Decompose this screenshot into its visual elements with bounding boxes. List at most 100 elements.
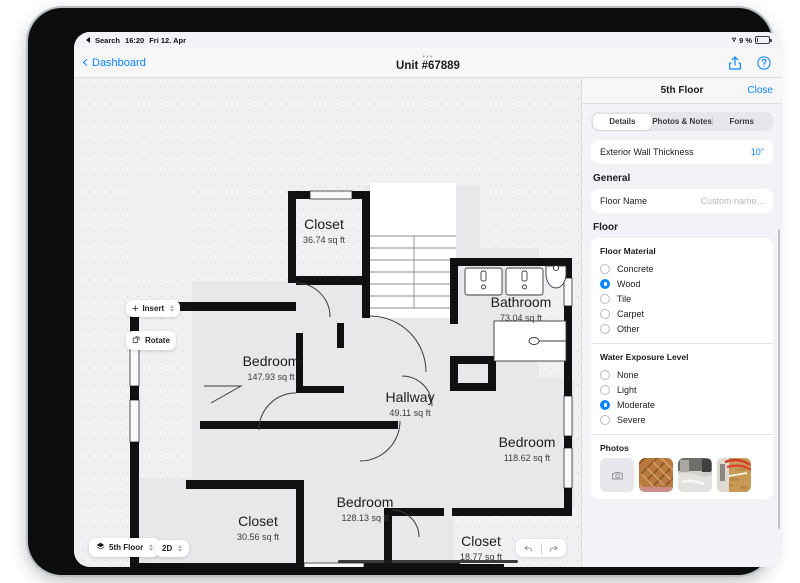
photos-strip (600, 458, 764, 492)
exterior-wall-thickness-row[interactable]: Exterior Wall Thickness 10" (591, 140, 773, 164)
room-name: Closet (461, 533, 501, 549)
radio-label: Wood (617, 278, 641, 289)
inspector-tabs: Details Photos & Notes Forms (591, 112, 773, 131)
ipad-screen: Search 16:20 Fri 12. Apr ▿ 9 % Dashboard… (74, 32, 782, 567)
tab-forms[interactable]: Forms (711, 114, 772, 130)
photo-thumbnail[interactable] (717, 458, 751, 492)
status-bar: Search 16:20 Fri 12. Apr ▿ 9 % (74, 32, 782, 48)
room-name: Bedroom (243, 353, 300, 369)
photos-label: Photos (600, 443, 629, 453)
photo-thumbnail[interactable] (678, 458, 712, 492)
view-chip-stepper[interactable] (178, 545, 183, 552)
radio-icon[interactable] (600, 263, 610, 274)
insert-stepper[interactable] (170, 305, 175, 312)
floor-section-title: Floor (593, 222, 618, 233)
undo-arrow-icon[interactable] (516, 543, 541, 554)
room-label[interactable]: Bedroom 147.93 sq ft (243, 353, 300, 382)
room-label[interactable]: Bedroom 128.13 sq ft (337, 494, 394, 523)
close-button[interactable]: Close (747, 85, 773, 96)
navigation-bar: Dashboard ••• Unit #67889 (74, 48, 782, 78)
tab-photos-notes[interactable]: Photos & Notes (652, 114, 712, 130)
radio-label: Tile (617, 293, 632, 304)
nav-actions (727, 55, 772, 71)
radio-label: None (617, 369, 639, 380)
main-content: Closet 36.74 sq ft Bedroom 147.93 sq ft Bath… (74, 78, 782, 567)
exterior-wall-thickness-value[interactable]: 10" (751, 147, 764, 157)
room-name: Closet (304, 216, 344, 232)
wall-thickness-card: Exterior Wall Thickness 10" (591, 140, 773, 164)
back-to-dashboard-button[interactable]: Dashboard (82, 56, 146, 69)
floorplan-canvas[interactable]: Closet 36.74 sq ft Bedroom 147.93 sq ft Bath… (74, 78, 581, 567)
radio-label: Carpet (617, 308, 645, 319)
nav-title-container: ••• Unit #67889 (74, 48, 782, 77)
view-chip-label: 2D (162, 544, 173, 553)
water-exposure-option-moderate[interactable]: Moderate (600, 397, 764, 412)
radio-icon[interactable] (600, 293, 610, 304)
redo-arrow-icon[interactable] (541, 543, 566, 554)
room-area: 30.56 sq ft (237, 532, 280, 542)
rotate-icon (132, 335, 141, 346)
rotate-tool-button[interactable]: Rotate (126, 331, 176, 350)
floor-material-option-carpet[interactable]: Carpet (600, 306, 764, 321)
inspector-title: 5th Floor (660, 85, 704, 96)
room-area: 118.62 sq ft (504, 453, 551, 463)
scrollbar-indicator[interactable] (777, 229, 780, 529)
water-exposure-option-none[interactable]: None (600, 367, 764, 382)
room-label[interactable]: Bedroom 118.62 sq ft (499, 434, 556, 463)
floor-material-section: Floor Material Concrete Wood Tile Carpet Oth… (591, 238, 773, 343)
room-label[interactable]: Hallway 49.11 sq ft (385, 389, 434, 418)
room-label[interactable]: Closet 36.74 sq ft (303, 216, 346, 245)
back-button-label: Dashboard (92, 56, 146, 69)
plus-icon: + (132, 302, 139, 315)
room-name: Bathroom (491, 294, 552, 310)
radio-icon[interactable] (600, 384, 610, 395)
inspector-scroll-area[interactable]: Details Photos & Notes Forms Exterior Wa… (582, 104, 782, 567)
insert-tool-label: Insert (142, 304, 165, 313)
radio-label: Other (617, 323, 640, 334)
add-photo-button[interactable] (600, 458, 634, 492)
floor-material-option-wood[interactable]: Wood (600, 276, 764, 291)
page-title: Unit #67889 (396, 59, 460, 72)
status-date: Fri 12. Apr (149, 35, 187, 45)
floor-selector-chip[interactable]: 5th Floor (89, 538, 161, 557)
floor-name-input[interactable]: Custom name... (700, 196, 764, 206)
tab-details[interactable]: Details (592, 113, 653, 130)
radio-icon[interactable] (600, 308, 610, 319)
photo-thumbnail[interactable] (639, 458, 673, 492)
exterior-wall-thickness-label: Exterior Wall Thickness (600, 147, 694, 157)
floor-material-option-other[interactable]: Other (600, 321, 764, 336)
help-icon[interactable] (756, 55, 772, 71)
general-section-title: General (593, 173, 631, 184)
rotate-tool-label: Rotate (145, 336, 170, 345)
share-icon[interactable] (727, 55, 743, 71)
radio-label: Light (617, 384, 637, 395)
status-back-app-label[interactable]: Search (95, 36, 120, 45)
room-label[interactable]: Closet18.77 sq ft (460, 533, 503, 562)
battery-icon (755, 36, 772, 44)
water-exposure-option-severe[interactable]: Severe (600, 412, 764, 427)
floor-card: Floor Material Concrete Wood Tile Carpet Oth… (591, 238, 773, 499)
water-exposure-option-light[interactable]: Light (600, 382, 764, 397)
radio-icon[interactable] (600, 278, 610, 289)
view-mode-chip[interactable]: 2D (155, 540, 190, 557)
radio-icon[interactable] (600, 399, 610, 410)
home-indicator (338, 559, 518, 563)
floor-chip-stepper[interactable] (149, 544, 154, 551)
room-label[interactable]: Bathroom 73.04 sq ft (491, 294, 552, 323)
radio-icon[interactable] (600, 369, 610, 380)
back-triangle-icon (86, 37, 90, 43)
room-label[interactable]: Closet 30.56 sq ft (237, 513, 280, 542)
floor-material-option-concrete[interactable]: Concrete (600, 261, 764, 276)
room-area: 128.13 sq ft (341, 513, 389, 523)
radio-icon[interactable] (600, 414, 610, 425)
floorplan-drawing[interactable]: Closet 36.74 sq ft Bedroom 147.93 sq ft Bath… (74, 78, 581, 567)
status-time: 16:20 (125, 35, 145, 45)
radio-icon[interactable] (600, 323, 610, 334)
floor-material-option-tile[interactable]: Tile (600, 291, 764, 306)
status-bar-right: ▿ 9 % (732, 36, 772, 45)
window-grabber-handle: ••• (422, 51, 434, 61)
floor-name-row[interactable]: Floor Name Custom name... (591, 189, 773, 213)
room-area: 73.04 sq ft (500, 313, 543, 323)
insert-tool-button[interactable]: + Insert (126, 300, 181, 317)
photos-section: Photos (591, 434, 773, 499)
